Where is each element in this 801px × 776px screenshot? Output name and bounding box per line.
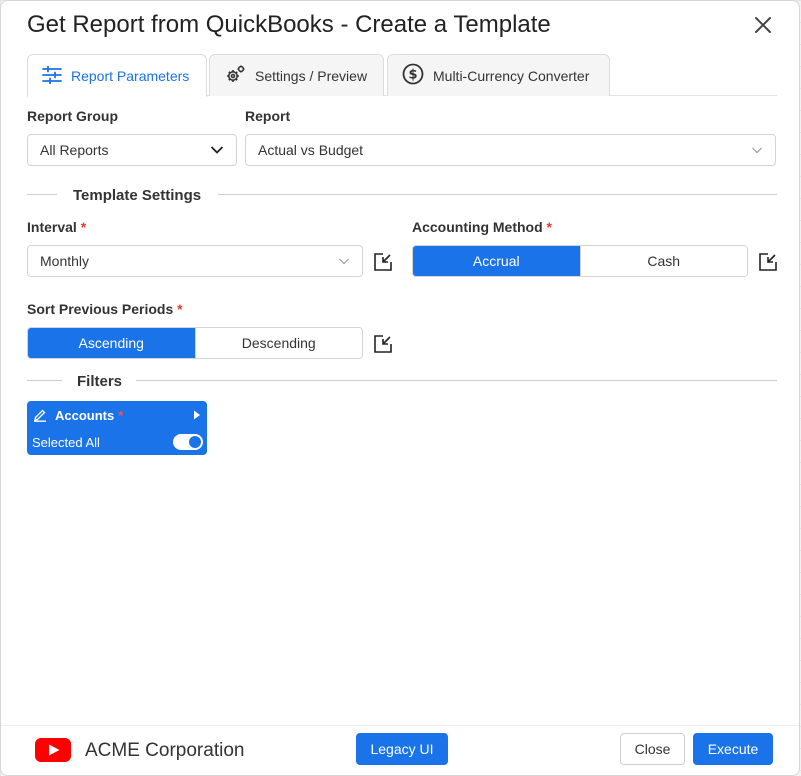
- report-template-dialog: Get Report from QuickBooks - Create a Te…: [0, 0, 800, 776]
- pencil-icon: [33, 408, 47, 422]
- template-settings-title: Template Settings: [73, 187, 202, 204]
- accounts-select-all-toggle[interactable]: [173, 434, 203, 450]
- ascending-option[interactable]: Ascending: [28, 328, 195, 358]
- sort-previous-periods-toggle: Ascending Descending: [27, 327, 363, 359]
- tab-multi-currency-converter[interactable]: $ Multi-Currency Converter: [387, 54, 610, 96]
- execute-button[interactable]: Execute: [693, 733, 773, 765]
- accounting-method-toggle: Accrual Cash: [412, 245, 748, 277]
- gears-icon: [224, 64, 246, 87]
- report-select[interactable]: Actual vs Budget: [245, 134, 776, 166]
- chevron-down-icon: [751, 143, 763, 159]
- company-name: ACME Corporation: [85, 740, 245, 761]
- section-divider: [27, 194, 57, 195]
- interval-value: Monthly: [40, 253, 90, 269]
- youtube-logo-icon[interactable]: [35, 738, 71, 767]
- dialog-footer: ACME Corporation Legacy UI Close Execute: [1, 725, 799, 775]
- cash-option[interactable]: Cash: [579, 246, 747, 276]
- report-group-select[interactable]: All Reports: [27, 134, 237, 166]
- interval-label-text: Interval: [27, 219, 77, 235]
- caret-right-icon[interactable]: [193, 410, 201, 420]
- tab-bar: Report Parameters Settings / Preview $ M…: [27, 54, 777, 97]
- close-icon[interactable]: [749, 11, 777, 39]
- descending-option[interactable]: Descending: [194, 328, 362, 358]
- legacy-ui-button[interactable]: Legacy UI: [356, 733, 448, 765]
- required-marker: *: [118, 407, 124, 423]
- sort-previous-periods-label: Sort Previous Periods *: [27, 301, 183, 317]
- accounts-filter-header[interactable]: Accounts *: [33, 405, 201, 425]
- interval-label: Interval *: [27, 219, 86, 235]
- sliders-icon: [42, 65, 62, 87]
- required-marker: *: [177, 301, 183, 317]
- accounts-filter-card[interactable]: Accounts * Selected All: [27, 401, 207, 455]
- accounts-selected-text: Selected All: [32, 435, 100, 450]
- tab-settings-preview[interactable]: Settings / Preview: [209, 54, 384, 96]
- chevron-down-icon: [338, 254, 350, 270]
- required-marker: *: [546, 219, 552, 235]
- report-label: Report: [245, 108, 291, 124]
- tab-report-parameters[interactable]: Report Parameters: [27, 54, 207, 97]
- tab-label: Settings / Preview: [255, 67, 368, 84]
- section-divider: [136, 380, 777, 381]
- tab-label: Multi-Currency Converter: [433, 67, 590, 84]
- report-group-label: Report Group: [27, 108, 118, 124]
- svg-text:$: $: [408, 68, 417, 83]
- dollar-circle-icon: $: [402, 63, 424, 88]
- accounting-method-label: Accounting Method *: [412, 219, 552, 235]
- interval-select[interactable]: Monthly: [27, 245, 363, 277]
- report-value: Actual vs Budget: [258, 142, 364, 158]
- sort-label-text: Sort Previous Periods: [27, 301, 174, 317]
- dialog-title: Get Report from QuickBooks - Create a Te…: [27, 11, 551, 38]
- section-divider: [218, 194, 777, 195]
- report-group-value: All Reports: [40, 142, 109, 158]
- section-divider: [27, 380, 62, 381]
- close-button[interactable]: Close: [620, 733, 685, 765]
- edit-override-icon[interactable]: [758, 252, 778, 272]
- accounting-method-label-text: Accounting Method: [412, 219, 543, 235]
- edit-override-icon[interactable]: [373, 334, 393, 354]
- edit-override-icon[interactable]: [373, 252, 393, 272]
- tab-label: Report Parameters: [71, 68, 190, 84]
- toggle-knob: [189, 436, 201, 448]
- accounts-filter-label: Accounts: [55, 407, 115, 423]
- filters-title: Filters: [77, 373, 123, 390]
- required-marker: *: [80, 219, 87, 235]
- accrual-option[interactable]: Accrual: [413, 246, 580, 276]
- chevron-down-icon: [210, 143, 224, 160]
